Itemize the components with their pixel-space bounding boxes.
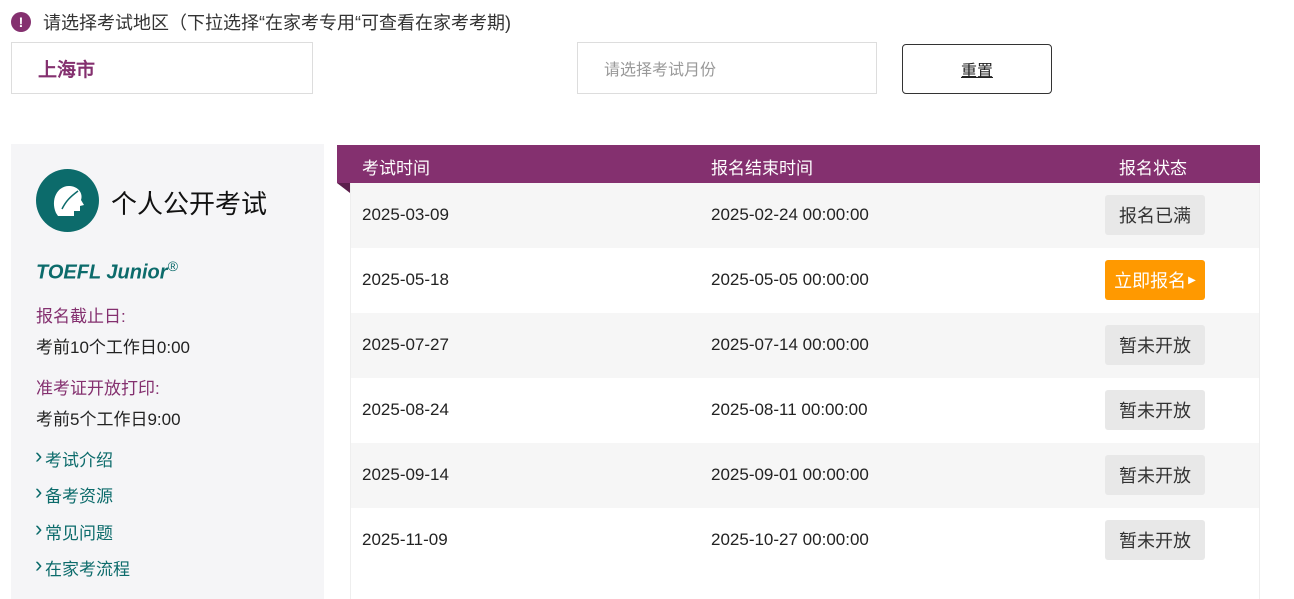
table-row: 2025-07-27 2025-07-14 00:00:00 暂未开放: [351, 313, 1259, 378]
link-prep-resources[interactable]: 备考资源: [35, 479, 113, 507]
table-row: 2025-11-09 2025-10-27 00:00:00 暂未开放: [351, 508, 1259, 573]
header-status: 报名状态: [1119, 159, 1187, 178]
table-header: 考试时间 报名结束时间 报名状态: [337, 145, 1260, 183]
notice-text: 请选择考试地区（下拉选择“在家考专用“可查看在家考考期): [43, 13, 511, 33]
admit-label: 准考证开放打印:: [36, 379, 160, 398]
status-badge: 报名已满: [1105, 195, 1205, 235]
exam-info-panel: 个人公开考试 TOEFL Junior® 报名截止日: 考前10个工作日0:00…: [11, 144, 324, 599]
panel-title: 个人公开考试: [111, 189, 268, 219]
exam-date: 2025-03-09: [362, 205, 449, 224]
exam-date: 2025-08-24: [362, 400, 449, 419]
region-notice: ! 请选择考试地区（下拉选择“在家考专用“可查看在家考考期): [11, 9, 511, 35]
status-badge: 暂未开放: [1105, 325, 1205, 365]
exam-date: 2025-05-18: [362, 270, 449, 289]
header-reg-end: 报名结束时间: [711, 159, 813, 178]
status-badge: 暂未开放: [1105, 390, 1205, 430]
status-badge: 暂未开放: [1105, 520, 1205, 560]
header-fold: [337, 183, 350, 193]
exam-date: 2025-11-09: [362, 530, 448, 549]
reg-end-time: 2025-05-05 00:00:00: [711, 270, 869, 289]
month-select[interactable]: 请选择考试月份: [577, 42, 877, 94]
link-home-exam-process[interactable]: 在家考流程: [35, 552, 130, 580]
table-row: 2025-09-14 2025-09-01 00:00:00 暂未开放: [351, 443, 1259, 508]
status-badge: 暂未开放: [1105, 455, 1205, 495]
region-select[interactable]: 上海市: [11, 42, 313, 94]
exam-table: 2025-03-09 2025-02-24 00:00:00 报名已满 2025-…: [350, 183, 1260, 599]
deadline-value: 考前10个工作日0:00: [36, 338, 190, 357]
exclamation-icon: !: [11, 12, 31, 32]
table-row: 2025-03-09 2025-02-24 00:00:00 报名已满: [351, 183, 1259, 248]
exam-date: 2025-07-27: [362, 335, 449, 354]
reg-end-time: 2025-07-14 00:00:00: [711, 335, 869, 354]
deadline-label: 报名截止日:: [36, 307, 126, 326]
reset-button[interactable]: 重置: [902, 44, 1052, 94]
student-head-icon: [36, 169, 99, 232]
register-now-button[interactable]: 立即报名 ▶: [1105, 260, 1205, 300]
reg-end-time: 2025-09-01 00:00:00: [711, 465, 869, 484]
header-exam-date: 考试时间: [362, 159, 430, 178]
arrow-right-icon: ▶: [1188, 274, 1196, 286]
link-faq[interactable]: 常见问题: [35, 516, 113, 544]
link-exam-intro[interactable]: 考试介绍: [35, 443, 113, 471]
table-row: 2025-08-24 2025-08-11 00:00:00 暂未开放: [351, 378, 1259, 443]
exam-date: 2025-09-14: [362, 465, 449, 484]
admit-value: 考前5个工作日9:00: [36, 410, 181, 429]
reg-end-time: 2025-08-11 00:00:00: [711, 400, 868, 419]
toefl-junior-brand: TOEFL Junior®: [36, 258, 178, 284]
reg-end-time: 2025-10-27 00:00:00: [711, 530, 869, 549]
reg-end-time: 2025-02-24 00:00:00: [711, 205, 869, 224]
table-row: 2025-05-18 2025-05-05 00:00:00 立即报名 ▶: [351, 248, 1259, 313]
